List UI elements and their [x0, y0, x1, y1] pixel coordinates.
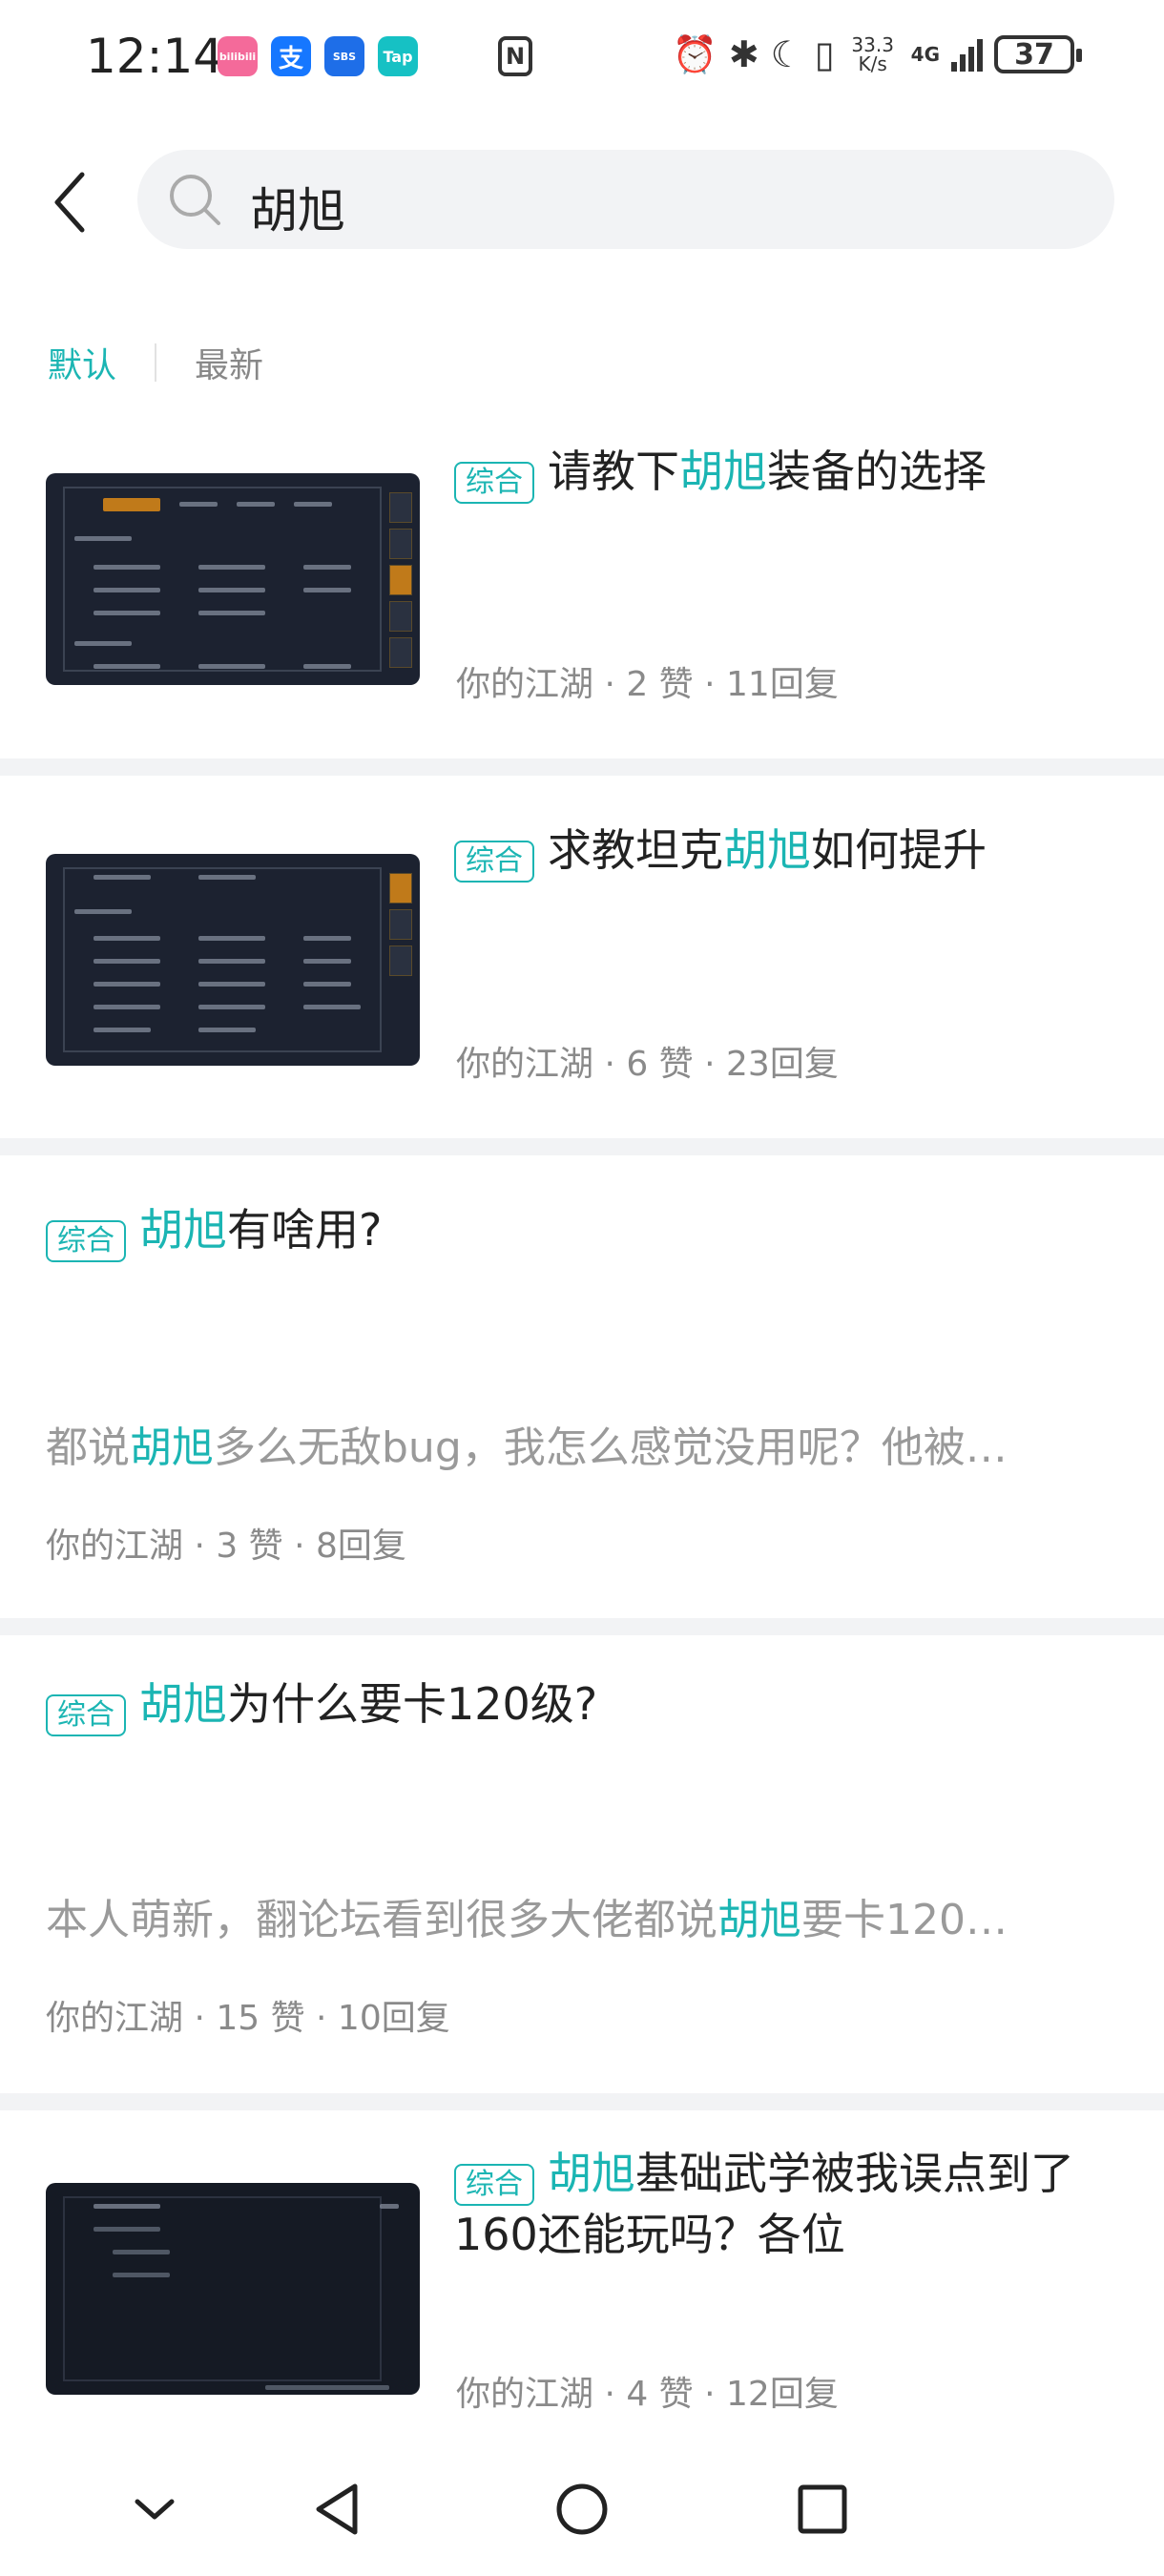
- category-tag: 综合: [454, 461, 534, 504]
- post-thumbnail: [46, 473, 420, 685]
- divider: [0, 1618, 1164, 1635]
- tab-default[interactable]: 默认: [48, 338, 116, 387]
- search-icon: [170, 175, 220, 225]
- list-item[interactable]: 综合 请教下胡旭装备的选择 你的江湖 · 2 赞 · 11回复: [0, 420, 1164, 749]
- title-text-after: 如何提升: [811, 824, 987, 876]
- signal-icon: [951, 37, 983, 72]
- square-recents-icon: [798, 2484, 847, 2534]
- divider: [0, 758, 1164, 776]
- category-tag: 综合: [454, 2163, 534, 2206]
- search-input[interactable]: 胡旭: [137, 150, 1114, 249]
- list-item[interactable]: 综合 求教坦克胡旭如何提升 你的江湖 · 6 赞 · 23回复: [0, 776, 1164, 1138]
- post-summary: 本人萌新，翻论坛看到很多大佬都说胡旭要卡120…: [46, 1885, 1118, 1946]
- post-title: 综合 胡旭为什么要卡120级?: [46, 1675, 1114, 1736]
- tab-latest[interactable]: 最新: [195, 338, 263, 387]
- circle-home-icon: [556, 2483, 608, 2535]
- title-text-after: 基础武学被我误点到了: [635, 2148, 1074, 2199]
- list-item[interactable]: 综合 胡旭为什么要卡120级? 本人萌新，翻论坛看到很多大佬都说胡旭要卡120… …: [0, 1635, 1164, 2093]
- app-icon: SBS: [324, 36, 364, 76]
- list-item[interactable]: 综合 胡旭基础武学被我误点到了 160还能玩吗？各位 你的江湖 · 4 赞 · 1…: [0, 2110, 1164, 2435]
- title-keyword: 胡旭: [139, 1678, 227, 1730]
- title-text: 求教坦克: [548, 824, 723, 876]
- network-type: 4G: [910, 43, 940, 66]
- taptap-icon: Tap: [378, 36, 418, 76]
- list-item[interactable]: 综合 胡旭有啥用? 都说胡旭多么无敌bug，我怎么感觉没用呢？他被… 你的江湖 ·…: [0, 1155, 1164, 1618]
- clock: 12:14: [86, 29, 224, 84]
- network-speed: 33.3 K/s: [846, 35, 900, 73]
- network-speed-value: 33.3: [851, 33, 894, 56]
- nav-home-button[interactable]: [544, 2471, 620, 2547]
- search-query: 胡旭: [250, 183, 345, 239]
- do-not-disturb-icon: ☾: [770, 33, 803, 75]
- alipay-icon: 支: [271, 36, 311, 76]
- category-tag: 综合: [454, 840, 534, 883]
- post-title: 综合 请教下胡旭装备的选择: [454, 443, 1122, 504]
- network-speed-unit: K/s: [858, 52, 887, 75]
- bluetooth-icon: ✱: [728, 33, 759, 75]
- title-keyword: 胡旭: [723, 824, 811, 876]
- summary-keyword: 胡旭: [717, 1896, 801, 1944]
- battery-icon: 37: [994, 35, 1082, 73]
- tab-divider: [155, 343, 157, 382]
- post-meta: 你的江湖 · 15 赞 · 10回复: [46, 1999, 450, 2038]
- title-keyword: 胡旭: [679, 446, 767, 497]
- title-text-line2: 160还能玩吗？各位: [454, 2208, 845, 2260]
- back-arrow-icon: [54, 172, 85, 233]
- battery-level: 37: [1014, 37, 1054, 72]
- chevron-down-icon: [135, 2499, 175, 2520]
- post-meta: 你的江湖 · 3 赞 · 8回复: [46, 1527, 406, 1566]
- summary-text-after: 多么无敌bug，我怎么感觉没用呢？他被…: [214, 1423, 1008, 1472]
- summary-text: 本人萌新，翻论坛看到很多大佬都说: [46, 1896, 717, 1944]
- divider: [0, 2093, 1164, 2110]
- collapse-button[interactable]: [116, 2471, 193, 2547]
- summary-text-after: 要卡120…: [801, 1896, 1008, 1944]
- post-title: 综合 胡旭基础武学被我误点到了 160还能玩吗？各位: [454, 2145, 1122, 2263]
- post-summary: 都说胡旭多么无敌bug，我怎么感觉没用呢？他被…: [46, 1413, 1118, 1474]
- back-button[interactable]: [46, 169, 103, 236]
- post-title: 综合 求教坦克胡旭如何提升: [454, 821, 1122, 883]
- category-tag: 综合: [46, 1219, 126, 1262]
- bilibili-icon: bilibili: [218, 36, 258, 76]
- nav-recents-button[interactable]: [784, 2471, 861, 2547]
- title-keyword: 胡旭: [548, 2148, 635, 2199]
- title-keyword: 胡旭: [139, 1204, 227, 1256]
- title-text-after: 装备的选择: [767, 446, 987, 497]
- nav-back-button[interactable]: [301, 2471, 378, 2547]
- post-meta: 你的江湖 · 2 赞 · 11回复: [456, 665, 839, 704]
- vibrate-icon: ▯: [814, 33, 835, 75]
- title-text-after: 为什么要卡120级?: [227, 1678, 598, 1730]
- title-text: 请教下: [548, 446, 679, 497]
- nfc-icon: N: [498, 36, 532, 76]
- status-bar: 12:14 bilibili 支 SBS Tap N ⏰ ✱ ☾ ▯ 33.3 …: [0, 0, 1164, 114]
- search-header: 胡旭: [0, 148, 1164, 253]
- title-text-after: 有啥用?: [227, 1204, 383, 1256]
- post-thumbnail: [46, 854, 420, 1066]
- alarm-icon: ⏰: [672, 33, 717, 75]
- summary-text: 都说: [46, 1423, 130, 1472]
- system-status-icons: ⏰ ✱ ☾ ▯ 33.3 K/s 4G 37: [672, 31, 1082, 78]
- divider: [0, 1138, 1164, 1155]
- notification-icons: bilibili 支 SBS Tap: [218, 36, 418, 76]
- post-thumbnail: [46, 2183, 420, 2395]
- post-meta: 你的江湖 · 4 赞 · 12回复: [456, 2375, 839, 2414]
- system-navigation-bar: [0, 2442, 1164, 2576]
- post-meta: 你的江湖 · 6 赞 · 23回复: [456, 1045, 839, 1084]
- summary-keyword: 胡旭: [130, 1423, 214, 1472]
- sort-tabs: 默认 最新: [48, 334, 263, 391]
- post-title: 综合 胡旭有啥用?: [46, 1201, 1114, 1262]
- category-tag: 综合: [46, 1693, 126, 1736]
- triangle-back-icon: [316, 2483, 358, 2535]
